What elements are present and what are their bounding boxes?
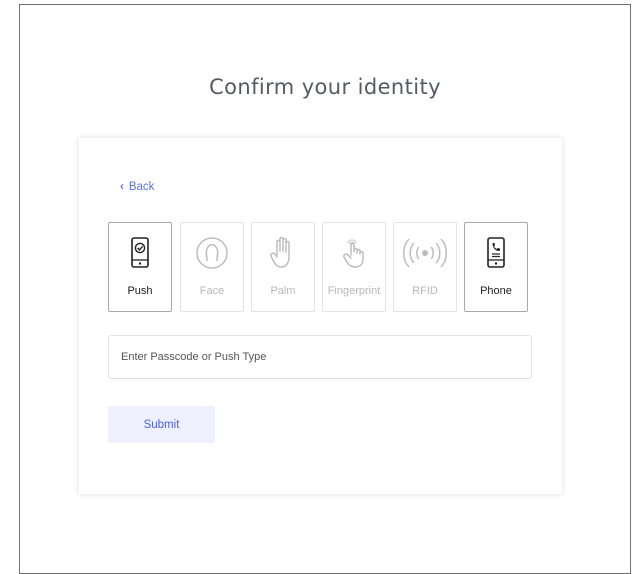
face-icon <box>181 235 243 271</box>
method-fingerprint[interactable]: Fingerprint <box>322 222 386 312</box>
back-link[interactable]: ‹ Back <box>120 181 154 193</box>
back-label: Back <box>128 181 155 193</box>
method-label: Face <box>199 285 225 297</box>
passcode-input[interactable] <box>108 335 532 379</box>
rfid-icon <box>394 235 456 271</box>
chevron-left-icon: ‹ <box>120 181 124 193</box>
page-title: Confirm your identity <box>209 75 441 99</box>
method-phone[interactable]: Phone <box>464 222 528 312</box>
phone-check-icon <box>109 235 171 271</box>
method-face[interactable]: Face <box>180 222 244 312</box>
method-palm[interactable]: Palm <box>251 222 315 312</box>
identity-card: ‹ Back Push Face Palm Fingerprint RFID P… <box>79 138 562 494</box>
submit-button[interactable]: Submit <box>108 406 215 443</box>
method-push[interactable]: Push <box>108 222 172 312</box>
method-label: Palm <box>270 285 296 297</box>
phone-call-icon <box>465 235 527 271</box>
fingerprint-icon <box>323 235 385 271</box>
method-label: Phone <box>480 285 512 297</box>
method-label: RFID <box>412 285 438 297</box>
palm-icon <box>252 235 314 271</box>
method-rfid[interactable]: RFID <box>393 222 457 312</box>
method-label: Push <box>127 285 153 297</box>
auth-methods: Push Face Palm Fingerprint RFID Phone <box>108 222 530 316</box>
method-label: Fingerprint <box>327 285 381 297</box>
login-frame: Confirm your identity ‹ Back Push Face P… <box>19 4 631 574</box>
